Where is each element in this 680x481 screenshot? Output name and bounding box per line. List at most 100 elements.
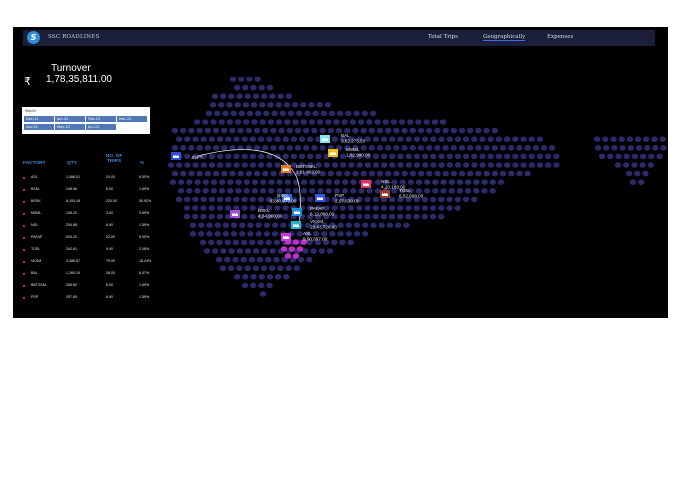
table-row[interactable]: PSP 257.65 6.00 1.59%: [21, 294, 161, 304]
month-chip[interactable]: Jan-22: [55, 116, 85, 122]
month-chip[interactable]: May-22: [55, 124, 85, 130]
map-hex-cell: [401, 170, 408, 177]
map-hex-cell: [471, 196, 478, 203]
table-row[interactable]: BSSK 8,153.18 220.00 50.92%: [21, 198, 161, 208]
cell-pct: 18.24%: [139, 259, 152, 263]
map-hex-cell: [250, 84, 257, 91]
map-hex-cell: [169, 179, 177, 185]
map-hex-cell: [184, 136, 191, 142]
map-hex-cell: [205, 110, 213, 117]
table-row[interactable]: NSL 254.88 6.00 1.59%: [21, 222, 161, 232]
month-chip[interactable]: Feb-22: [86, 116, 116, 122]
table-row[interactable]: TOSL 342.61 9.00 2.08%: [21, 246, 161, 256]
month-chip[interactable]: Dec-21: [24, 116, 54, 122]
map-hex-cell: [218, 119, 225, 125]
map-hex-cell: [303, 127, 310, 134]
map-hex-cell: [203, 248, 211, 254]
map-hex-cell: [434, 170, 441, 177]
month-chip[interactable]: Mar-22: [117, 116, 147, 122]
marker-value: 4,34,980.00: [258, 214, 283, 219]
map-hex-cell: [252, 265, 259, 271]
map-hex-cell: [413, 205, 420, 211]
map-hex-cell: [380, 153, 388, 160]
map-hex-cell: [232, 239, 240, 246]
table-row[interactable]: BAL 1,160.19 28.00 6.47%: [21, 270, 161, 280]
map-hex-cell: [270, 170, 277, 177]
map-hex-cell: [454, 205, 461, 211]
map-hex-cell: [249, 153, 257, 160]
map-hex-cell: [233, 205, 240, 211]
map-hex-cell: [648, 153, 655, 160]
table-row[interactable]: PAFAP 903.20 22.00 5.00%: [21, 234, 161, 244]
map-hex-cell: [265, 256, 272, 263]
map-hex-cell: [300, 188, 308, 194]
map-hex-cell: [540, 145, 548, 151]
map-hex-cell: [307, 136, 314, 142]
cell-pct: 1.59%: [139, 223, 150, 227]
map-hex-cell: [415, 179, 423, 185]
tab-expenses[interactable]: Expenses: [547, 34, 573, 40]
map-hex-cell: [450, 145, 457, 151]
factory-marker[interactable]: BAL3,82,275.50: [320, 133, 366, 144]
map-hex-cell: [266, 274, 274, 280]
month-chip[interactable]: Jun-22: [86, 124, 116, 130]
map-hex-cell: [483, 170, 490, 177]
factory-marker[interactable]: BSKL83,40,972.00: [270, 193, 297, 204]
table-row[interactable]: BBTSSKL 255.82 6.00 1.59%: [21, 282, 161, 292]
map-hex-cell: [376, 127, 384, 134]
map-hex-cell: [532, 145, 539, 151]
factory-marker[interactable]: VKSM29,43,726.00: [291, 219, 337, 230]
row-bullet-icon: [23, 237, 25, 239]
map-hex-cell: [171, 170, 179, 177]
map-highlight-cell: [284, 253, 292, 259]
map-hex-cell: [389, 153, 396, 160]
map-hex-cell: [206, 222, 213, 228]
factory-marker[interactable]: ASL9,90,697.00: [281, 231, 328, 242]
table-row[interactable]: VKSM 3,385.57 79.00 18.24%: [21, 258, 161, 268]
factory-marker[interactable]: PSP2,57,630.00: [315, 193, 360, 204]
map-hex-cell: [204, 170, 212, 177]
cell-trips: 220.00: [106, 199, 117, 203]
col-header-qty: QTY.: [67, 161, 78, 166]
table-row[interactable]: BSKL 248.56 6.00 1.59%: [21, 186, 161, 196]
map-hex-cell: [230, 222, 238, 228]
map-hex-cell: [431, 119, 439, 125]
map-hex-cell: [397, 205, 404, 211]
map-hex-cell: [280, 222, 287, 228]
map-hex-cell: [258, 274, 265, 280]
table-row[interactable]: MSML 126.20 3.00 0.69%: [21, 210, 161, 220]
map-hex-cell: [292, 119, 299, 125]
cell-trips: 6.00: [106, 283, 113, 287]
tab-total-trips[interactable]: Total Trips: [428, 34, 458, 40]
map-hex-cell: [342, 179, 349, 185]
map-hex-cell: [208, 196, 215, 203]
map-hex-cell: [186, 179, 193, 185]
map-hex-cell: [380, 205, 388, 211]
map-hex-cell: [350, 188, 357, 194]
map-hex-cell: [277, 93, 284, 99]
map-hex-cell: [233, 196, 240, 203]
map-hex-cell: [247, 231, 254, 237]
map-hex-cell: [331, 136, 339, 142]
map-hex-cell: [458, 170, 466, 177]
map-hex-cell: [273, 239, 281, 246]
map-hex-cell: [199, 239, 207, 246]
month-chip[interactable]: Apr-22: [24, 124, 54, 130]
map-hex-cell: [456, 179, 464, 185]
map-hex-cell: [403, 222, 410, 228]
map-hex-cell: [401, 127, 408, 134]
map-hex-cell: [397, 213, 404, 220]
map-hex-cell: [192, 213, 199, 220]
factory-marker[interactable]: BBTSSKL2,81,402.00: [281, 164, 321, 175]
map-hex-cell: [644, 145, 651, 151]
map-hex-cell: [269, 93, 276, 99]
map-hex-cell: [219, 179, 226, 185]
tab-geographically[interactable]: Geographically: [483, 34, 526, 41]
map-hex-cell: [347, 205, 355, 211]
marker-name: TOSL: [399, 188, 411, 193]
cell-trips: 9.00: [106, 247, 113, 251]
map-hex-cell: [260, 179, 267, 185]
map-hex-cell: [487, 162, 494, 168]
table-row[interactable]: ASL 1,088.01 24.00 6.00%: [21, 174, 161, 184]
map-hex-cell: [464, 188, 472, 194]
